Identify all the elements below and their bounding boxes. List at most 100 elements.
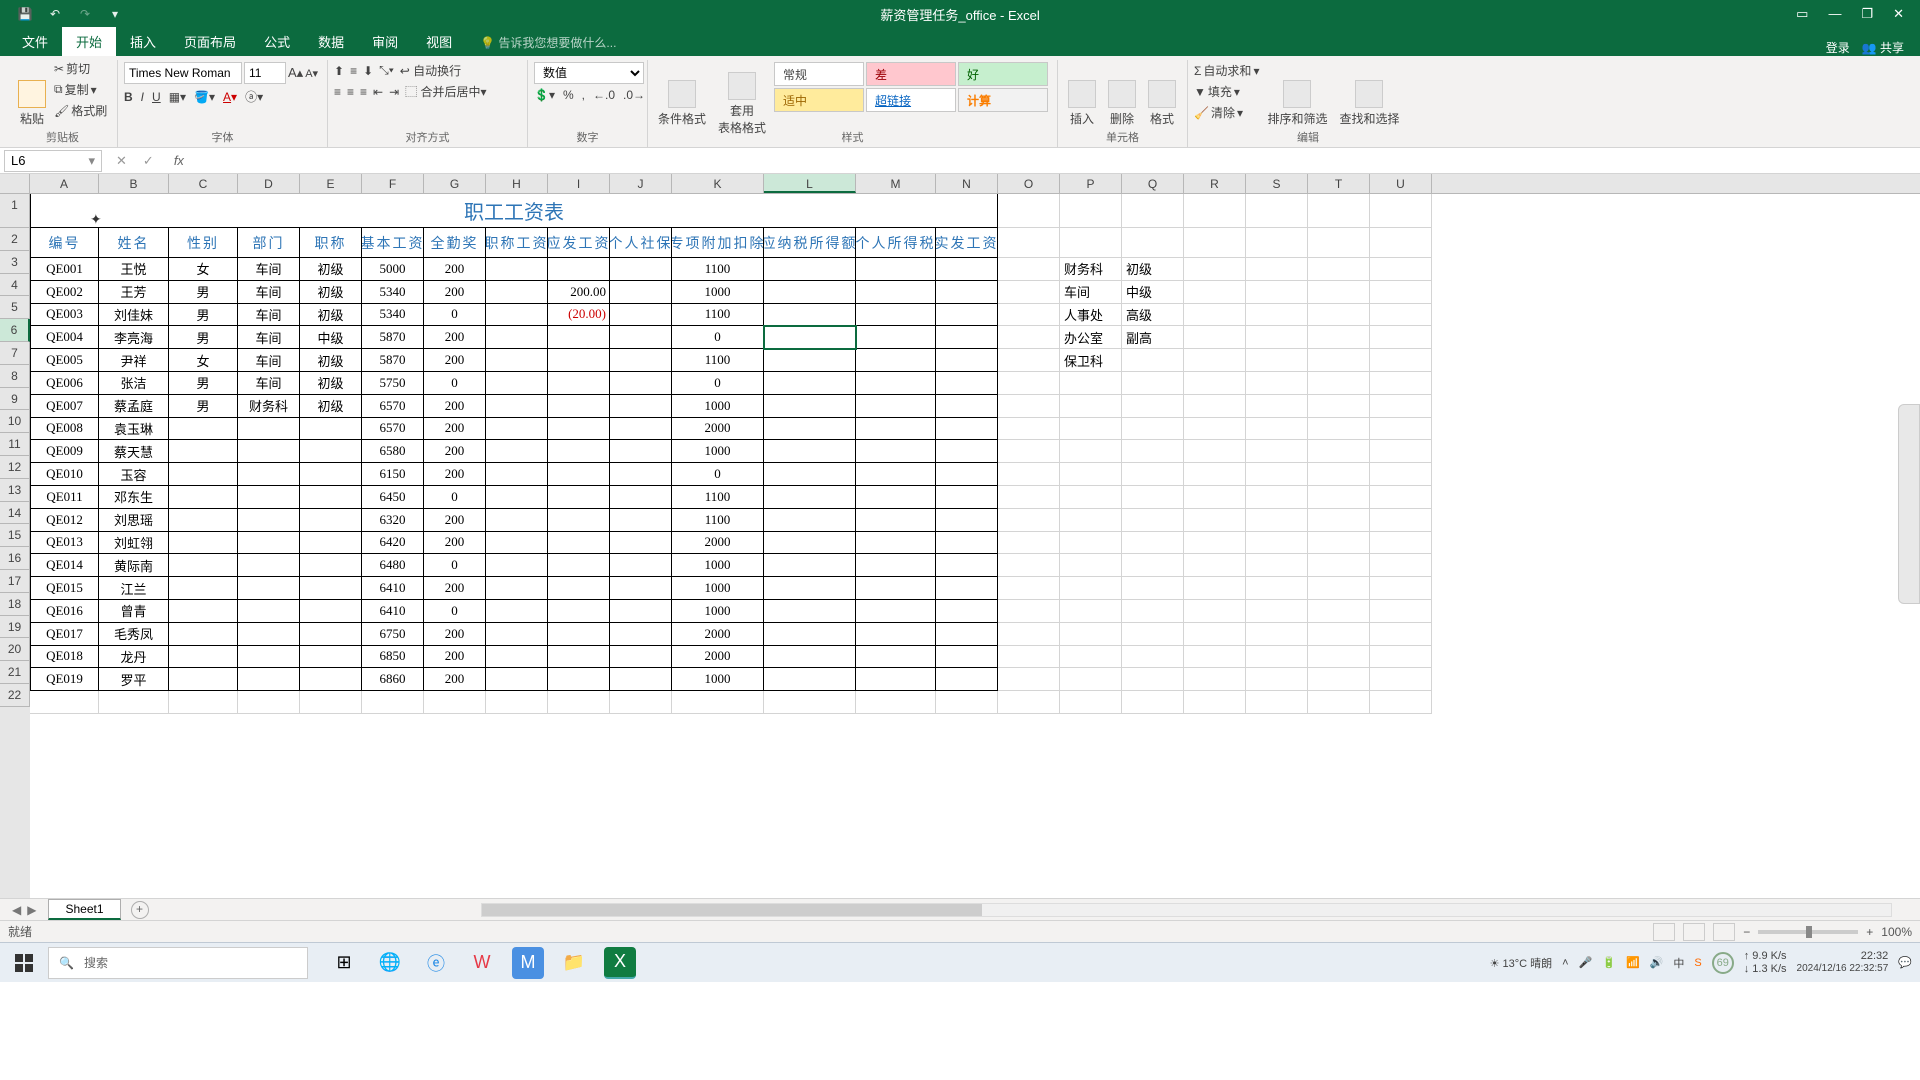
cell[interactable] [1246,623,1308,646]
tray-notifications-icon[interactable]: 💬 [1898,956,1912,969]
cell[interactable] [1122,600,1184,623]
table-cell[interactable]: 0 [424,600,486,623]
table-cell[interactable] [936,668,998,691]
cell[interactable] [1308,600,1370,623]
table-cell[interactable] [856,486,936,509]
table-cell[interactable] [936,349,998,372]
row-header-3[interactable]: 3 [0,251,30,274]
table-cell[interactable] [169,646,238,669]
table-cell[interactable]: 刘思瑶 [99,509,169,532]
tray-meter-icon[interactable]: 69 [1712,952,1734,974]
align-bottom-icon[interactable]: ⬇ [363,64,373,78]
cell[interactable] [1370,600,1432,623]
table-cell[interactable]: 200 [424,509,486,532]
cell[interactable] [1122,349,1184,372]
table-cell[interactable]: QE019 [30,668,99,691]
cell[interactable] [1122,646,1184,669]
table-cell[interactable]: 邓东生 [99,486,169,509]
cell[interactable] [856,691,936,714]
table-cell[interactable] [856,418,936,441]
cell[interactable] [1060,194,1122,228]
table-cell[interactable] [764,372,856,395]
conditional-format-button[interactable]: 条件格式 [654,60,710,147]
table-cell[interactable] [548,532,610,555]
table-cell[interactable] [548,349,610,372]
table-cell[interactable]: 初级 [300,304,362,327]
cell[interactable] [1060,486,1122,509]
cell[interactable] [1370,532,1432,555]
number-format-select[interactable]: 数值 [534,62,644,84]
cell[interactable] [998,668,1060,691]
table-cell[interactable]: 0 [672,463,764,486]
col-header-B[interactable]: B [99,174,169,193]
table-cell[interactable]: (20.00) [548,304,610,327]
table-cell[interactable]: 0 [424,486,486,509]
table-cell[interactable] [936,600,998,623]
cell[interactable] [362,691,424,714]
maximize-icon[interactable]: ❐ [1861,6,1873,22]
cell[interactable] [936,691,998,714]
table-header[interactable]: 职称 [300,228,362,258]
table-cell[interactable] [486,281,548,304]
table-cell[interactable]: 6450 [362,486,424,509]
table-format-button[interactable]: 套用 表格格式 [714,60,770,147]
table-cell[interactable]: 2000 [672,623,764,646]
table-cell[interactable]: 女 [169,258,238,281]
table-cell[interactable] [169,532,238,555]
cell[interactable] [1308,577,1370,600]
table-cell[interactable]: 曾青 [99,600,169,623]
tab-layout[interactable]: 页面布局 [170,27,250,56]
table-cell[interactable] [486,600,548,623]
table-cell[interactable] [610,395,672,418]
table-cell[interactable]: 6410 [362,577,424,600]
table-cell[interactable]: 5870 [362,326,424,349]
table-header[interactable]: 实发工资 [936,228,998,258]
table-header[interactable]: 性别 [169,228,238,258]
table-cell[interactable] [169,486,238,509]
table-cell[interactable] [856,281,936,304]
col-header-R[interactable]: R [1184,174,1246,193]
table-cell[interactable] [486,258,548,281]
table-cell[interactable] [764,395,856,418]
cell[interactable] [1246,372,1308,395]
table-cell[interactable]: 男 [169,304,238,327]
cell[interactable] [998,691,1060,714]
table-cell[interactable] [856,600,936,623]
table-cell[interactable] [936,304,998,327]
font-name-select[interactable] [124,62,242,84]
page-layout-view-icon[interactable] [1683,923,1705,941]
cancel-formula-icon[interactable]: ✕ [116,153,127,169]
paste-button[interactable]: 粘贴 [14,60,50,147]
tab-view[interactable]: 视图 [412,27,466,56]
clear-button[interactable]: 🧹 清除▾ [1194,104,1259,121]
style-bad[interactable]: 差 [866,62,956,86]
table-cell[interactable]: 车间 [238,326,300,349]
cell[interactable]: 人事处 [1060,304,1122,327]
cell[interactable] [1308,349,1370,372]
table-cell[interactable] [169,623,238,646]
table-cell[interactable]: 0 [672,326,764,349]
table-cell[interactable]: 1100 [672,486,764,509]
table-cell[interactable] [856,372,936,395]
col-header-C[interactable]: C [169,174,238,193]
table-cell[interactable] [936,623,998,646]
table-cell[interactable] [238,600,300,623]
undo-icon[interactable]: ↶ [46,5,64,23]
increase-font-icon[interactable]: A▴ [288,65,303,81]
table-cell[interactable] [610,349,672,372]
table-cell[interactable] [610,668,672,691]
table-cell[interactable] [300,554,362,577]
align-top-icon[interactable]: ⬆ [334,64,344,78]
table-cell[interactable]: 2000 [672,532,764,555]
style-hyperlink[interactable]: 超链接 [866,88,956,112]
col-header-L[interactable]: L [764,174,856,193]
table-cell[interactable]: 200 [424,577,486,600]
cell[interactable] [1184,554,1246,577]
table-cell[interactable] [548,463,610,486]
table-header[interactable]: 应发工资 [548,228,610,258]
col-header-J[interactable]: J [610,174,672,193]
cell[interactable] [1370,646,1432,669]
cell[interactable] [1122,623,1184,646]
align-center-icon[interactable]: ≡ [347,85,354,99]
insert-cells-button[interactable]: 插入 [1064,60,1100,147]
